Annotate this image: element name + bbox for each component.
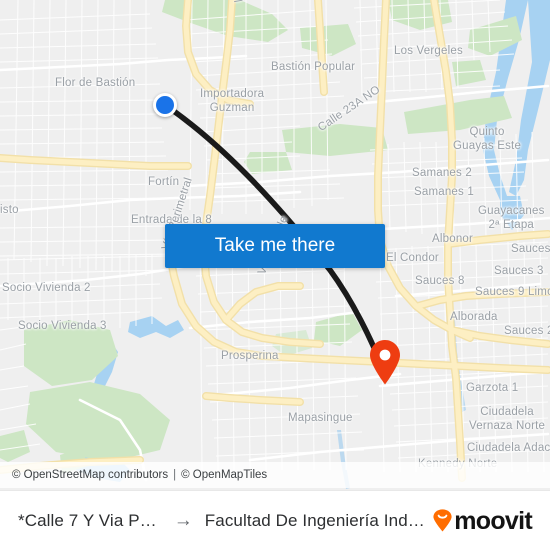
attribution-separator: | [173,469,177,481]
arrow-right-icon: → [173,509,193,531]
moovit-wordmark: moovit [454,506,532,535]
moovit-pin-icon [433,509,452,532]
moovit-logo[interactable]: moovit [433,506,533,535]
moovit-route-screenshot: Flor de BastiónVía a DauleBastión Popula… [0,0,550,550]
attribution-tiles[interactable]: © OpenMapTiles [181,469,267,481]
route-summary: *Calle 7 Y Via Peri... → Facultad De Ing… [18,510,427,532]
route-footer: *Calle 7 Y Via Peri... → Facultad De Ing… [0,490,550,550]
origin-marker[interactable] [153,93,177,117]
destination-marker[interactable] [368,339,402,385]
route-destination-label[interactable]: Facultad De Ingeniería Indust... [205,511,427,531]
map-attribution: © OpenStreetMap contributors | © OpenMap… [0,462,550,488]
take-me-there-button[interactable]: Take me there [165,224,385,268]
attribution-osm[interactable]: © OpenStreetMap contributors [12,469,168,481]
route-origin-label[interactable]: *Calle 7 Y Via Peri... [18,511,162,531]
map-canvas[interactable]: Flor de BastiónVía a DauleBastión Popula… [0,0,550,490]
